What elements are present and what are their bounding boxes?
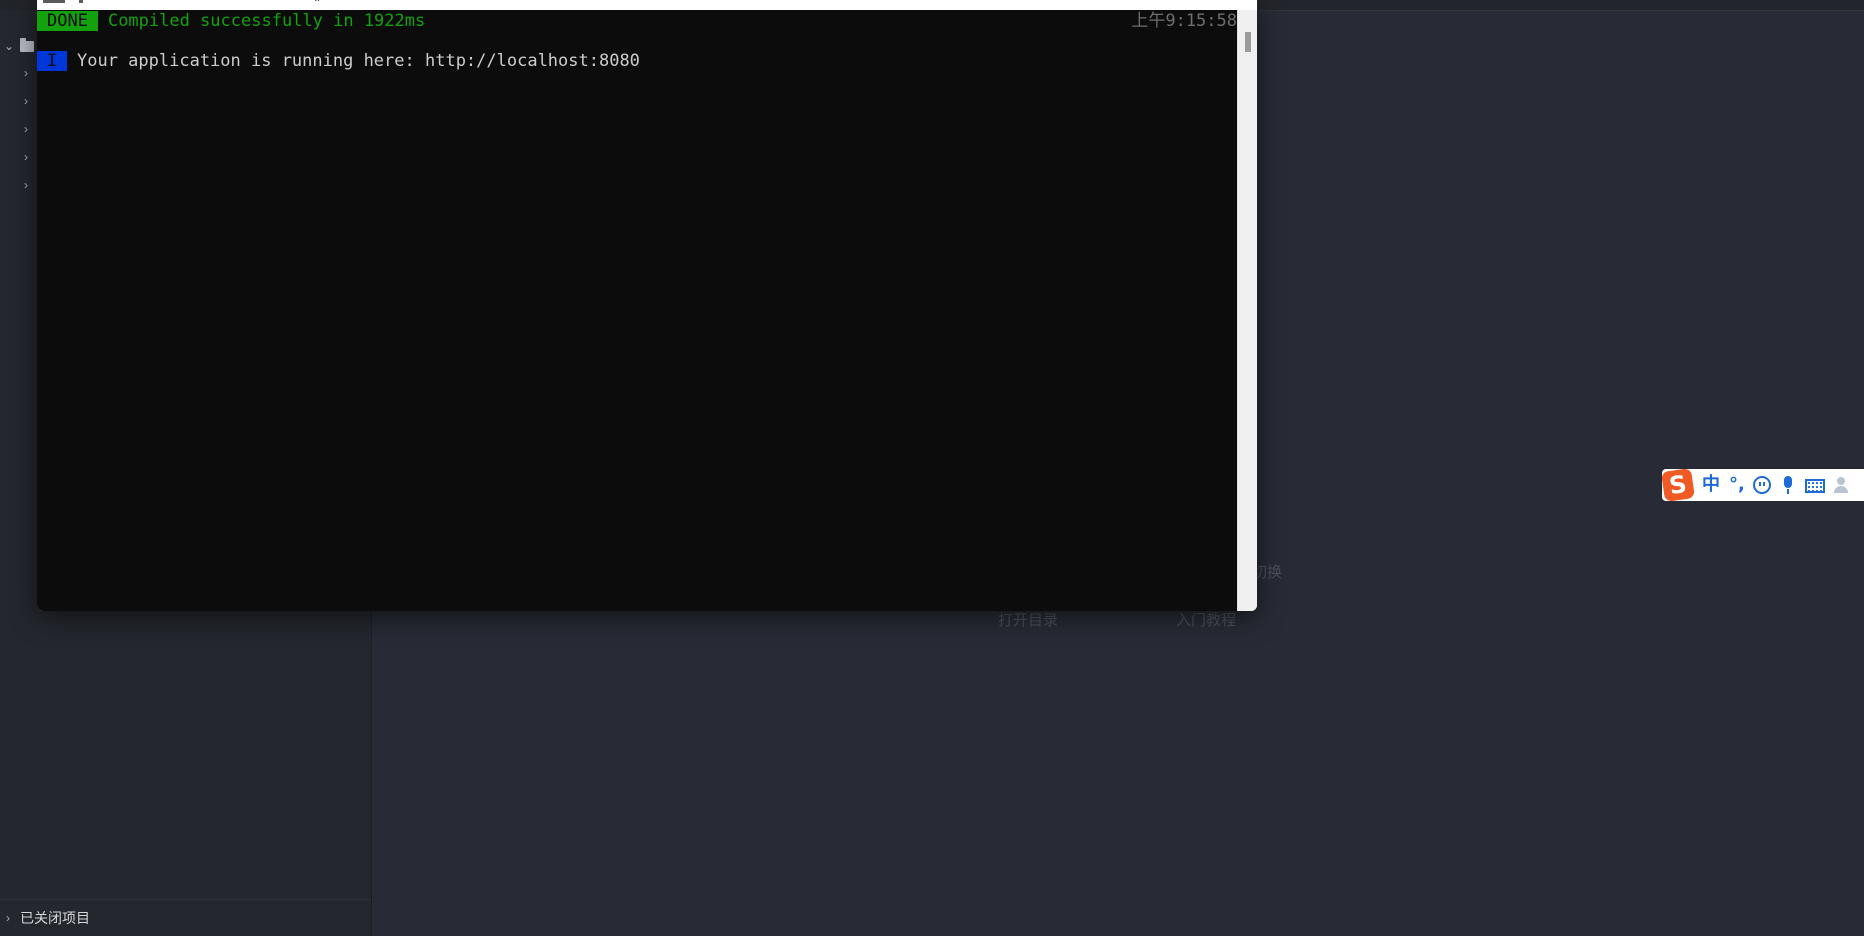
chevron-down-icon[interactable]: ⌄ [4,39,18,53]
mouse-cursor-icon: ⌃ [313,0,322,9]
chevron-right-icon[interactable]: › [24,150,28,164]
timestamp: 上午9:15:58 [1131,11,1237,31]
info-badge: I [37,51,67,71]
tree-item-expand[interactable]: › [24,93,38,109]
info-message[interactable]: Your application is running here: http:/… [77,51,640,71]
window-icon [43,0,65,3]
closed-projects-section[interactable]: › 已关闭项目 [0,899,371,936]
sogou-logo-icon[interactable]: S [1661,468,1695,502]
open-directory-link[interactable]: 打开目录 [998,609,1058,630]
chevron-right-icon[interactable]: › [24,66,28,80]
project-tree-root[interactable]: ⌄ [4,37,34,54]
done-line: DONE Compiled successfully in 1922ms 上午9… [37,10,1237,32]
keyboard-icon[interactable] [1804,479,1825,493]
tree-item-expand[interactable]: › [24,149,38,165]
chevron-right-icon[interactable]: › [24,122,28,136]
ime-mode-toggle[interactable]: 中 [1702,469,1720,501]
terminal-title-bar[interactable] [37,0,1257,10]
mic-icon[interactable] [1779,476,1797,494]
terminal-output[interactable]: DONE Compiled successfully in 1922ms 上午9… [37,10,1237,611]
ime-punctuation-toggle[interactable]: °, [1729,469,1745,501]
ide-top-bar [1258,0,1864,11]
done-badge: DONE [37,11,98,31]
tree-item-expand[interactable]: › [24,121,38,137]
done-message: Compiled successfully in 1922ms [107,11,426,31]
user-icon[interactable] [1833,476,1851,494]
terminal-window[interactable]: DONE Compiled successfully in 1922ms 上午9… [37,0,1257,611]
terminal-scrollbar[interactable] [1237,10,1257,611]
tree-item-expand[interactable]: › [24,177,38,193]
scrollbar-thumb[interactable] [1245,32,1251,52]
screen: 打开目录 入门教程 切换 ⌄ › › › › › › 已关闭项目 DONE Co… [0,0,1864,936]
closed-projects-label: 已关闭项目 [20,910,90,926]
ime-toolbar[interactable]: S 中 °, [1661,468,1864,502]
tree-item-expand[interactable]: › [24,65,38,81]
info-line: I Your application is running here: http… [37,50,640,72]
chevron-right-icon[interactable]: › [24,178,28,192]
folder-icon [20,37,34,52]
getting-started-link[interactable]: 入门教程 [1176,609,1236,630]
chevron-right-icon[interactable]: › [6,911,20,925]
smile-icon[interactable] [1752,476,1771,494]
title-text-fragment [79,0,83,3]
chevron-right-icon[interactable]: › [24,94,28,108]
